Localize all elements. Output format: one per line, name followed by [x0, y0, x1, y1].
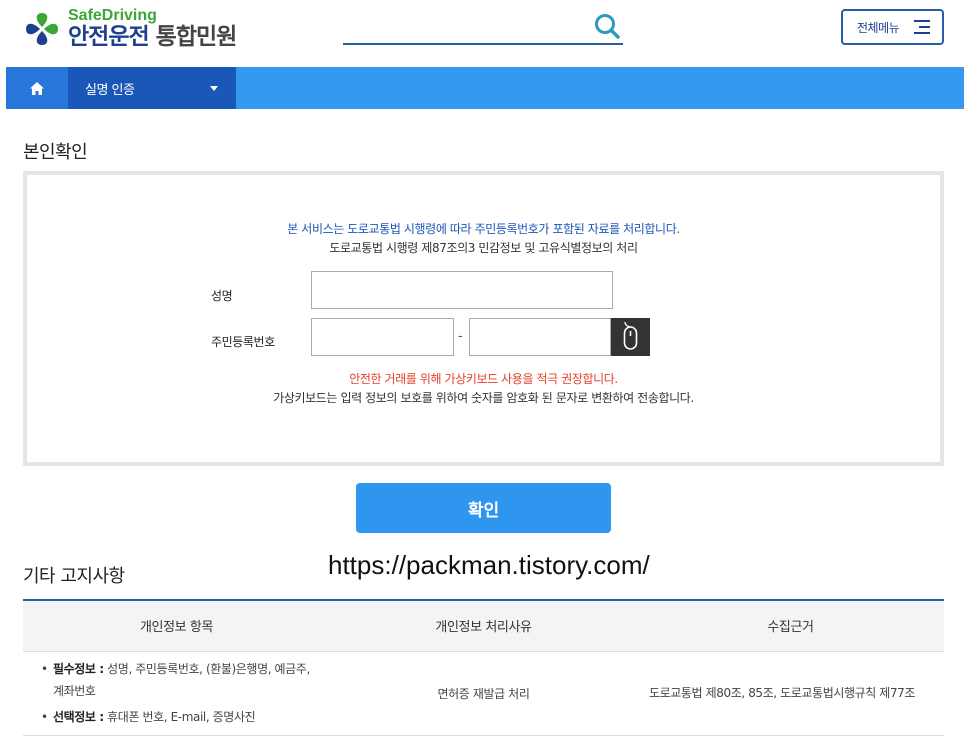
rrn-front-field[interactable]: [311, 318, 454, 356]
search-input[interactable]: [343, 12, 583, 42]
logo-english: SafeDriving: [68, 7, 157, 24]
logo-korean-main: 안전운전: [68, 24, 150, 50]
nav-dropdown-label: 실명 인증: [85, 82, 135, 98]
processing-reason-cell: 면허증 재발급 처리: [330, 651, 637, 736]
name-field[interactable]: [311, 271, 613, 309]
rrn-dash: -: [458, 329, 463, 344]
site-logo[interactable]: SafeDriving 안전운전 통합민원: [22, 7, 238, 50]
virtual-keyboard-button[interactable]: [611, 318, 650, 356]
hamburger-icon: [914, 20, 930, 35]
privacy-items-cell: 필수정보 : 성명, 주민등록번호, (환불)은행명, 예금주, 계좌번호 선택…: [23, 651, 330, 736]
rrn-label: 주민등록번호: [211, 335, 275, 349]
table-header-row: 개인정보 항목 개인정보 처리사유 수집근거: [23, 599, 944, 652]
virtual-keyboard-info: 가상키보드는 입력 정보의 보호를 위하여 숫자를 암호화 된 문자로 변환하여…: [273, 391, 694, 405]
identity-verification-form: 본 서비스는 도로교통법 시행령에 따라 주민등록번호가 포함된 자료를 처리합…: [23, 171, 944, 466]
search-bar: [343, 12, 623, 45]
rrn-back-field[interactable]: [469, 318, 611, 356]
logo-clover-icon: [26, 12, 58, 45]
header-collection-basis: 수집근거: [637, 599, 944, 652]
nav-dropdown-realname-auth[interactable]: 실명 인증: [68, 67, 236, 109]
header-privacy-items: 개인정보 항목: [23, 599, 330, 652]
home-button[interactable]: [6, 67, 68, 109]
mouse-icon: [623, 321, 638, 350]
confirm-button[interactable]: 확인: [356, 483, 611, 533]
logo-text: SafeDriving 안전운전 통합민원: [68, 7, 238, 50]
logo-korean: 안전운전 통합민원: [68, 24, 238, 50]
virtual-keyboard-recommendation: 안전한 거래를 위해 가상키보드 사용을 적극 권장합니다.: [349, 372, 618, 386]
site-header: SafeDriving 안전운전 통합민원 전체메뉴: [0, 0, 971, 66]
name-label: 성명: [211, 289, 233, 303]
search-icon[interactable]: [593, 12, 621, 40]
optional-info-label: 선택정보 :: [53, 710, 104, 724]
optional-info-item: 선택정보 : 휴대폰 번호, E-mail, 증명사진: [41, 706, 320, 728]
privacy-info-table: 개인정보 항목 개인정보 처리사유 수집근거 필수정보 : 성명, 주민등록번호…: [23, 599, 944, 736]
optional-info-text: 휴대폰 번호, E-mail, 증명사진: [103, 710, 256, 724]
header-processing-reason: 개인정보 처리사유: [330, 599, 637, 652]
all-menu-label: 전체메뉴: [857, 20, 900, 35]
nav-bar: 실명 인증: [6, 67, 964, 109]
caret-down-icon: [210, 86, 218, 91]
table-row: 필수정보 : 성명, 주민등록번호, (환불)은행명, 예금주, 계좌번호 선택…: [23, 651, 944, 736]
page-title: 본인확인: [23, 142, 88, 163]
required-info-label: 필수정보 :: [53, 662, 104, 676]
home-icon: [30, 81, 44, 95]
required-info-item: 필수정보 : 성명, 주민등록번호, (환불)은행명, 예금주, 계좌번호: [41, 658, 320, 702]
logo-korean-sub: 통합민원: [155, 24, 238, 50]
all-menu-button[interactable]: 전체메뉴: [841, 9, 944, 45]
watermark-url: https://packman.tistory.com/: [328, 550, 650, 580]
etc-notice-title: 기타 고지사항: [23, 566, 125, 587]
collection-basis-cell: 도로교통법 제80조, 85조, 도로교통법시행규칙 제77조: [637, 651, 944, 736]
service-notice: 본 서비스는 도로교통법 시행령에 따라 주민등록번호가 포함된 자료를 처리합…: [287, 222, 680, 236]
legal-basis-notice: 도로교통법 시행령 제87조의3 민감정보 및 고유식별정보의 처리: [329, 241, 638, 255]
